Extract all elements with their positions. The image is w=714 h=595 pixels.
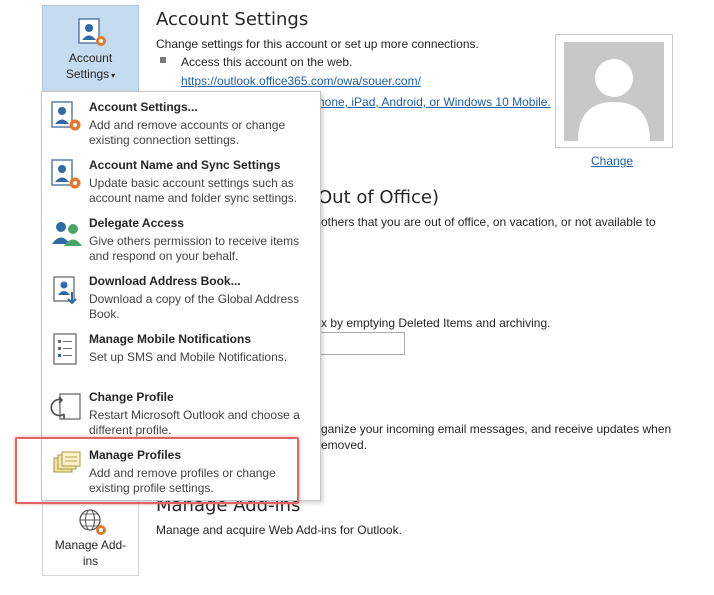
menu-item-description: Set up SMS and Mobile Notifications. — [89, 350, 288, 364]
manage-addins-button[interactable]: Manage Add- ins — [42, 500, 139, 576]
account-settings-button-label: Account Settings ▾ — [65, 51, 116, 81]
menu-item-description: Add and remove accounts or change existi… — [89, 118, 286, 147]
chevron-down-icon: ▾ — [111, 71, 116, 80]
delegate-icon — [52, 222, 82, 246]
menu-item-description: Download a copy of the Global Address Bo… — [89, 292, 300, 321]
manage-addins-button-label: Manage Add- ins — [54, 538, 127, 568]
automatic-replies-heading: Out of Office) — [318, 187, 439, 208]
automatic-replies-description: others that you are out of office, on va… — [321, 215, 656, 229]
menu-item-title: Change Profile — [89, 390, 174, 404]
avatar-silhouette-icon — [578, 59, 650, 141]
web-access-text: Access this account on the web. — [181, 55, 353, 69]
menu-item-title: Account Name and Sync Settings — [89, 158, 281, 172]
account-settings-icon — [51, 101, 81, 131]
cleanup-tools-field[interactable] — [318, 332, 405, 355]
menu-item-mobile-notifications[interactable]: Manage Mobile Notifications Set up SMS a… — [42, 326, 320, 384]
account-settings-description: Change settings for this account or set … — [156, 37, 479, 51]
menu-item-description: Update basic account settings such as ac… — [89, 176, 298, 205]
highlight-box — [15, 437, 299, 504]
globe-gear-icon — [79, 509, 106, 535]
address-book-icon — [53, 276, 77, 305]
menu-item-description: Restart Microsoft Outlook and choose a d… — [89, 408, 300, 437]
manage-addins-description: Manage and acquire Web Add-ins for Outlo… — [156, 523, 402, 537]
mobile-notifications-icon — [53, 333, 77, 365]
person-gear-icon — [78, 18, 106, 46]
menu-item-delegate-access[interactable]: Delegate Access Give others permission t… — [42, 210, 320, 268]
sync-settings-icon — [51, 159, 81, 189]
mobile-setup-link[interactable]: hone, iPad, Android, or Windows 10 Mobil… — [318, 94, 551, 110]
menu-item-account-settings[interactable]: Account Settings... Add and remove accou… — [42, 94, 320, 152]
menu-item-change-profile[interactable]: Change Profile Restart Microsoft Outlook… — [42, 384, 320, 442]
profile-photo — [555, 34, 673, 148]
menu-item-title: Manage Mobile Notifications — [89, 332, 252, 346]
menu-item-title: Download Address Book... — [89, 274, 241, 288]
owa-link[interactable]: https://outlook.office365.com/owa/souer.… — [181, 73, 421, 89]
menu-item-title: Delegate Access — [89, 216, 184, 230]
change-profile-icon — [50, 393, 81, 420]
mailbox-cleanup-description: x by emptying Deleted Items and archivin… — [321, 316, 551, 330]
menu-item-title: Account Settings... — [89, 100, 198, 114]
menu-item-description: Give others permission to receive items … — [89, 234, 300, 263]
menu-item-download-address-book[interactable]: Download Address Book... Download a copy… — [42, 268, 320, 326]
menu-item-name-sync-settings[interactable]: Account Name and Sync Settings Update ba… — [42, 152, 320, 210]
account-settings-heading: Account Settings — [156, 9, 309, 30]
rules-description-line2: emoved. — [321, 438, 368, 452]
change-photo-link[interactable]: Change — [591, 153, 633, 169]
bullet-icon — [160, 57, 166, 63]
rules-description-line1: ganize your incoming email messages, and… — [321, 422, 672, 436]
account-settings-button[interactable]: Account Settings ▾ — [42, 5, 139, 95]
